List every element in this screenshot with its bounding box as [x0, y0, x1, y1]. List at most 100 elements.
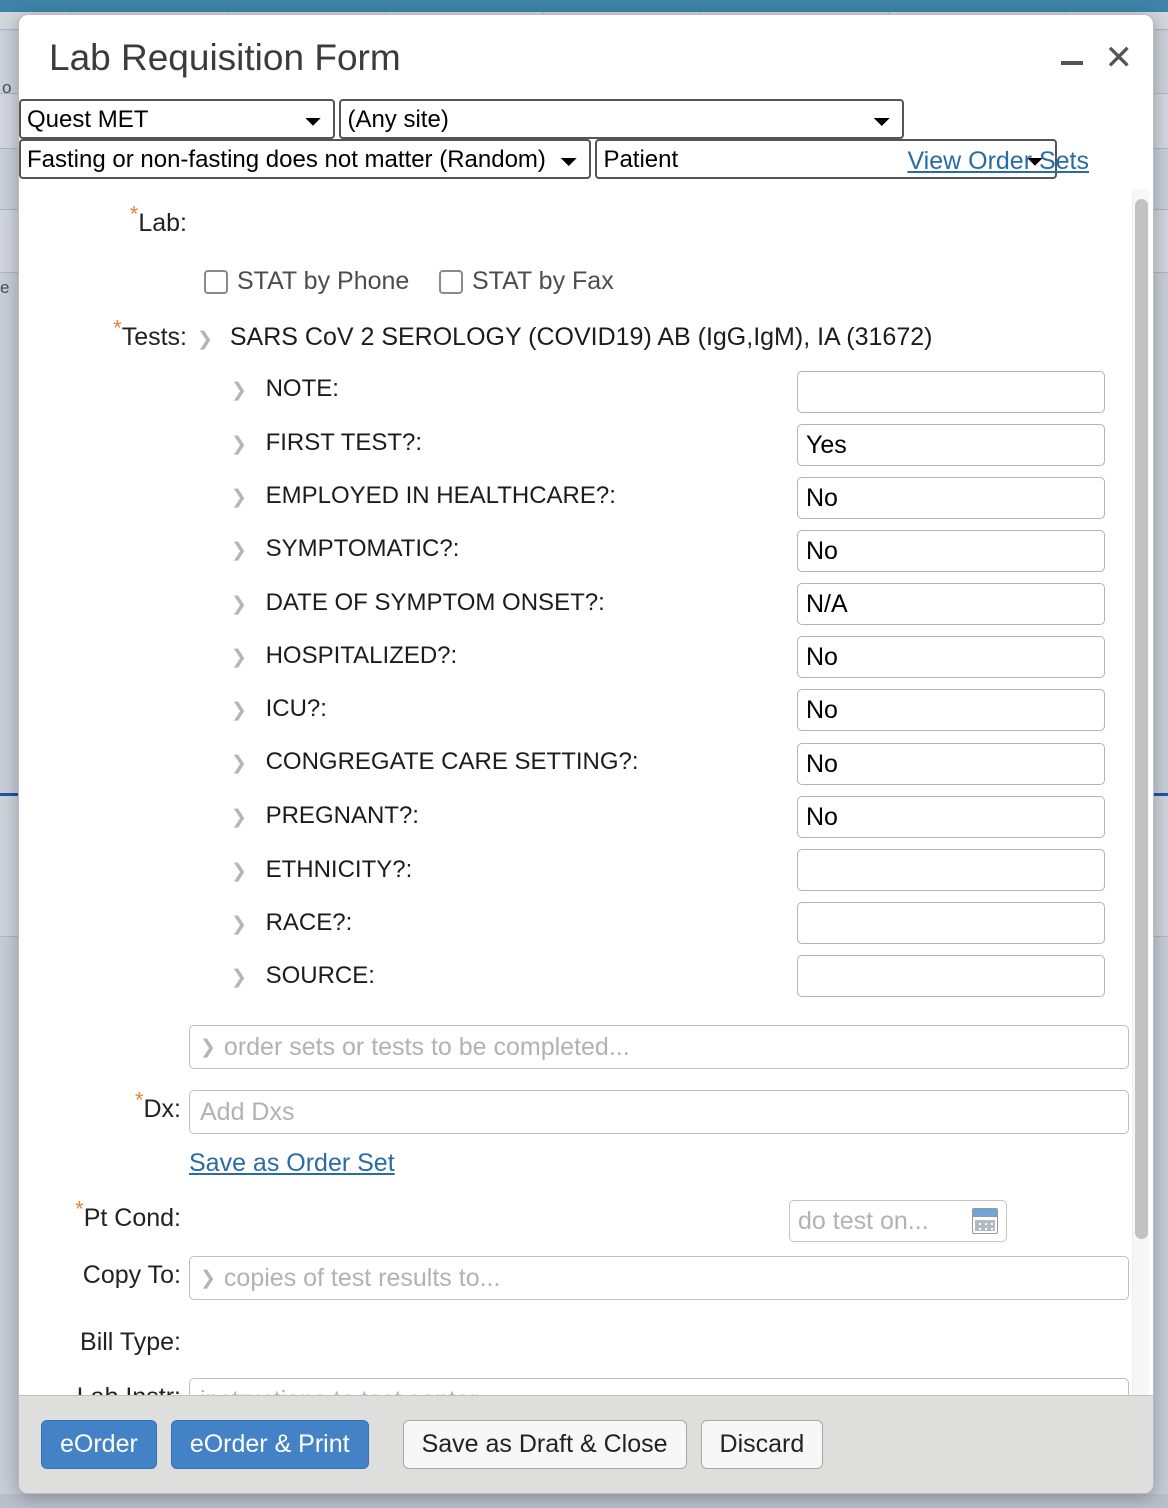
question-row[interactable]: ❯ RACE?:	[231, 909, 352, 937]
eorder-button[interactable]: eOrder	[41, 1420, 157, 1469]
question-answer-input[interactable]	[797, 689, 1105, 731]
lab-select[interactable]: Quest MET	[19, 99, 335, 139]
question-label: DATE OF SYMPTOM ONSET?:	[266, 589, 605, 616]
question-row[interactable]: ❯ EMPLOYED IN HEALTHCARE?:	[231, 482, 616, 510]
background-bottom-strip	[0, 1494, 1168, 1508]
question-answer-input[interactable]	[797, 849, 1105, 891]
modal-header: Lab Requisition Form ✕	[19, 15, 1153, 99]
view-order-sets-link[interactable]: View Order Sets	[907, 147, 1089, 176]
question-row[interactable]: ❯ PREGNANT?:	[231, 802, 419, 830]
question-label: RACE?:	[266, 909, 353, 936]
selected-test-name: SARS CoV 2 SEROLOGY (COVID19) AB (IgG,Ig…	[230, 323, 933, 351]
copy-to-placeholder: copies of test results to...	[224, 1264, 501, 1293]
chevron-right-icon: ❯	[231, 433, 247, 456]
save-as-order-set-link[interactable]: Save as Order Set	[189, 1149, 395, 1178]
dx-input[interactable]	[189, 1090, 1129, 1134]
lab-site-select[interactable]: (Any site)	[339, 99, 904, 139]
question-answer-input[interactable]	[797, 530, 1105, 572]
tests-label: *Tests:	[19, 323, 187, 352]
stat-by-fax-label: STAT by Fax	[472, 267, 614, 296]
required-indicator: *	[75, 1197, 84, 1222]
chevron-right-icon: ❯	[231, 966, 247, 989]
discard-button[interactable]: Discard	[701, 1420, 824, 1469]
checkbox-box	[204, 270, 228, 294]
required-indicator: *	[113, 316, 122, 341]
question-row[interactable]: ❯ DATE OF SYMPTOM ONSET?:	[231, 589, 605, 617]
calendar-icon[interactable]	[972, 1208, 998, 1234]
question-label: SOURCE:	[266, 962, 375, 989]
chevron-right-icon: ❯	[231, 486, 247, 509]
chevron-right-icon: ❯	[231, 806, 247, 829]
question-label: NOTE:	[266, 375, 339, 402]
close-icon[interactable]: ✕	[1105, 41, 1134, 75]
copy-to-field[interactable]: ❯ copies of test results to...	[189, 1256, 1129, 1300]
pt-cond-label: *Pt Cond:	[19, 1204, 181, 1233]
chevron-right-icon: ❯	[231, 913, 247, 936]
question-answer-input[interactable]	[797, 902, 1105, 944]
copy-to-label: Copy To:	[19, 1261, 181, 1290]
question-answer-input[interactable]	[797, 743, 1105, 785]
stat-by-phone-checkbox[interactable]: STAT by Phone	[204, 267, 409, 296]
bill-type-label: Bill Type:	[19, 1328, 181, 1357]
question-label: PREGNANT?:	[266, 802, 419, 829]
required-indicator: *	[135, 1088, 144, 1113]
question-answer-input[interactable]	[797, 477, 1105, 519]
minimize-icon[interactable]	[1061, 45, 1083, 65]
eorder-print-button[interactable]: eOrder & Print	[171, 1420, 369, 1469]
question-label: EMPLOYED IN HEALTHCARE?:	[266, 482, 616, 509]
background-text: o	[2, 78, 11, 98]
add-tests-field[interactable]: ❯ order sets or tests to be completed...	[189, 1025, 1129, 1069]
requisition-form: View Order Sets *Lab: Quest MET (Any sit…	[19, 99, 1137, 1395]
chevron-right-icon: ❯	[231, 699, 247, 722]
chevron-right-icon: ❯	[231, 379, 247, 402]
chevron-right-icon: ❯	[231, 860, 247, 883]
form-scrollbar[interactable]	[1132, 189, 1149, 1395]
question-row[interactable]: ❯ ETHNICITY?:	[231, 856, 412, 884]
modal-body: View Order Sets *Lab: Quest MET (Any sit…	[19, 99, 1153, 1395]
question-answer-input[interactable]	[797, 371, 1105, 413]
question-answer-input[interactable]	[797, 424, 1105, 466]
chevron-right-icon: ❯	[231, 539, 247, 562]
question-row[interactable]: ❯ NOTE:	[231, 375, 339, 403]
do-test-on-date-field[interactable]: do test on...	[789, 1200, 1007, 1242]
question-label: HOSPITALIZED?:	[266, 642, 458, 669]
checkbox-box	[439, 270, 463, 294]
stat-by-fax-checkbox[interactable]: STAT by Fax	[439, 267, 614, 296]
question-row[interactable]: ❯ SOURCE:	[231, 962, 375, 990]
question-row[interactable]: ❯ ICU?:	[231, 695, 327, 723]
question-row[interactable]: ❯ SYMPTOMATIC?:	[231, 535, 459, 563]
chevron-right-icon: ❯	[231, 752, 247, 775]
page-title: Lab Requisition Form	[49, 37, 401, 79]
date-placeholder: do test on...	[798, 1207, 929, 1236]
question-answer-input[interactable]	[797, 955, 1105, 997]
lab-instr-label: Lab Instr:	[19, 1383, 181, 1395]
question-row[interactable]: ❯ CONGREGATE CARE SETTING?:	[231, 748, 639, 776]
selected-test[interactable]: ❯ SARS CoV 2 SEROLOGY (COVID19) AB (IgG,…	[197, 323, 932, 352]
question-answer-input[interactable]	[797, 636, 1105, 678]
chevron-right-icon: ❯	[200, 1036, 216, 1059]
pt-cond-select[interactable]: Fasting or non-fasting does not matter (…	[19, 139, 591, 179]
save-as-draft-close-button[interactable]: Save as Draft & Close	[403, 1420, 687, 1469]
chevron-right-icon: ❯	[197, 328, 213, 351]
background-text: e	[0, 278, 9, 298]
chevron-right-icon: ❯	[200, 1267, 216, 1290]
question-label: ETHNICITY?:	[266, 856, 413, 883]
question-answer-input[interactable]	[797, 583, 1105, 625]
lab-requisition-modal: Lab Requisition Form ✕ View Order Sets *…	[18, 14, 1154, 1494]
question-row[interactable]: ❯ HOSPITALIZED?:	[231, 642, 457, 670]
question-row[interactable]: ❯ FIRST TEST?:	[231, 429, 422, 457]
chevron-right-icon: ❯	[231, 593, 247, 616]
modal-footer: eOrder eOrder & Print Save as Draft & Cl…	[19, 1395, 1153, 1493]
scrollbar-thumb[interactable]	[1135, 199, 1148, 1239]
question-label: CONGREGATE CARE SETTING?:	[266, 748, 639, 775]
question-label: FIRST TEST?:	[266, 429, 422, 456]
question-label: ICU?:	[266, 695, 327, 722]
chevron-right-icon: ❯	[231, 646, 247, 669]
add-tests-placeholder: order sets or tests to be completed...	[224, 1033, 630, 1062]
question-label: SYMPTOMATIC?:	[266, 535, 460, 562]
stat-by-phone-label: STAT by Phone	[237, 267, 409, 296]
lab-instr-input[interactable]	[189, 1378, 1129, 1395]
lab-label: *Lab:	[19, 209, 187, 238]
dx-label: *Dx:	[19, 1095, 181, 1124]
question-answer-input[interactable]	[797, 796, 1105, 838]
